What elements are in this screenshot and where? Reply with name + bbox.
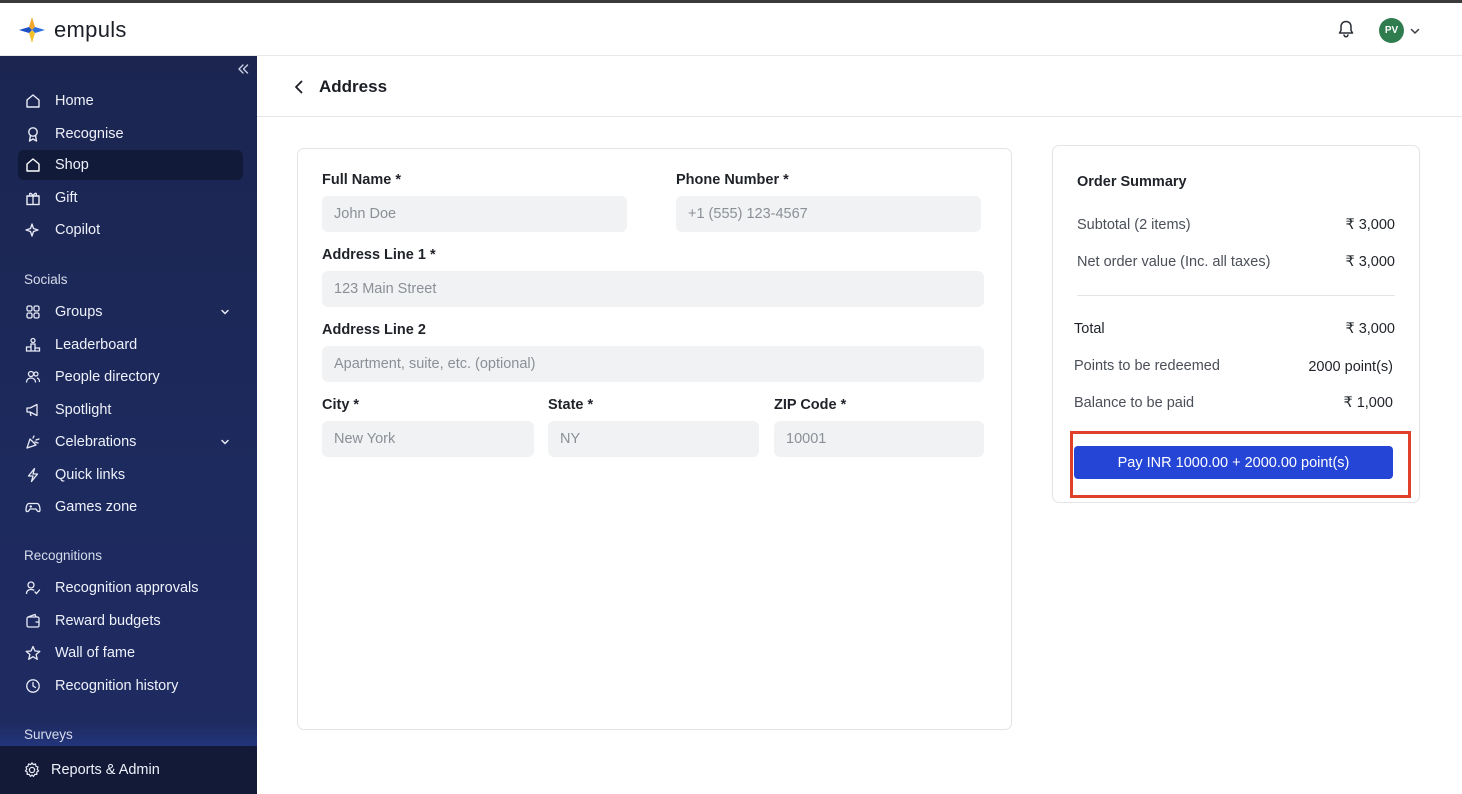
address-line-1-input[interactable]	[322, 271, 984, 307]
address-form: Full Name * Phone Number * Address Line …	[297, 148, 1012, 730]
gift-icon	[26, 192, 40, 206]
total-label: Total	[1074, 321, 1105, 337]
section-title-surveys: Surveys	[24, 727, 73, 742]
sidebar-item-reward-budgets[interactable]: Reward budgets	[18, 606, 243, 636]
chevron-down-icon[interactable]	[219, 306, 231, 318]
net-order-value: ₹ 3,000	[1345, 254, 1395, 270]
order-summary-title: Order Summary	[1077, 174, 1187, 190]
phone-number-label: Phone Number *	[676, 172, 789, 188]
award-icon	[28, 127, 38, 142]
sidebar-item-label: Groups	[55, 304, 103, 320]
sidebar-item-label: Wall of fame	[55, 645, 136, 661]
state-label: State *	[548, 397, 594, 413]
sidebar-item-label: Leaderboard	[55, 337, 138, 353]
sidebar-item-label: Copilot	[55, 222, 101, 238]
collapse-sidebar-icon[interactable]	[236, 62, 250, 76]
points-to-redeem-label: Points to be redeemed	[1074, 358, 1220, 374]
back-arrow-icon[interactable]	[292, 79, 306, 95]
sidebar-item-label: Shop	[55, 157, 89, 173]
full-name-label: Full Name *	[322, 172, 401, 188]
sidebar-footer-label: Reports & Admin	[51, 762, 160, 778]
sidebar-item-celebrations[interactable]: Celebrations	[18, 427, 243, 457]
balance-value: ₹ 1,000	[1343, 395, 1393, 411]
sidebar-item-gift[interactable]: Gift	[18, 183, 243, 213]
sidebar-item-label: Recognise	[55, 126, 124, 142]
main-content: Address Full Name * Phone Number * Addre…	[257, 56, 1462, 794]
sidebar-item-recognise[interactable]: Recognise	[18, 119, 243, 149]
sidebar-item-copilot[interactable]: Copilot	[18, 215, 243, 245]
sidebar-item-label: Recognition approvals	[55, 580, 199, 596]
sidebar-item-label: Gift	[55, 190, 78, 206]
sidebar-item-label: Celebrations	[55, 434, 137, 450]
full-name-input[interactable]	[322, 196, 627, 232]
people-icon	[25, 370, 41, 383]
notification-bell-icon[interactable]	[1336, 19, 1356, 39]
pay-button[interactable]: Pay INR 1000.00 + 2000.00 point(s)	[1074, 446, 1393, 479]
lightning-icon	[27, 467, 39, 483]
city-input[interactable]	[322, 421, 534, 457]
summary-divider	[1077, 295, 1395, 296]
address-line-2-label: Address Line 2	[322, 322, 426, 338]
total-value: ₹ 3,000	[1345, 321, 1395, 337]
page-title: Address	[319, 77, 388, 96]
subtotal-value: ₹ 3,000	[1345, 217, 1395, 233]
balance-label: Balance to be paid	[1074, 395, 1195, 411]
points-to-redeem-value: 2000 point(s)	[1308, 359, 1393, 375]
sidebar-item-quick-links[interactable]: Quick links	[18, 460, 243, 490]
sidebar-item-label: People directory	[55, 369, 160, 385]
zip-code-input[interactable]	[774, 421, 984, 457]
shop-icon	[26, 158, 40, 172]
sidebar-item-label: Recognition history	[55, 678, 179, 694]
party-icon	[26, 435, 40, 449]
phone-number-input[interactable]	[676, 196, 981, 232]
zip-code-label: ZIP Code *	[774, 397, 847, 413]
sidebar-item-people-directory[interactable]: People directory	[18, 362, 243, 392]
user-avatar[interactable]: PV	[1379, 18, 1404, 43]
sidebar-item-recognition-history[interactable]: Recognition history	[18, 671, 243, 701]
app-logo[interactable]: empuls	[18, 16, 127, 44]
subtotal-label: Subtotal (2 items)	[1077, 217, 1191, 233]
section-title-recognitions: Recognitions	[24, 548, 103, 563]
sparkle-icon	[25, 223, 39, 237]
sidebar-item-wall-of-fame[interactable]: Wall of fame	[18, 638, 243, 668]
section-title-socials: Socials	[24, 272, 68, 287]
sidebar: Home Recognise Shop Gift Copilot Socials…	[0, 56, 257, 794]
sidebar-item-reports-admin[interactable]: Reports & Admin	[0, 746, 257, 794]
state-input[interactable]	[548, 421, 759, 457]
gamepad-icon	[25, 502, 41, 513]
sidebar-item-home[interactable]: Home	[18, 86, 243, 116]
sidebar-item-groups[interactable]: Groups	[18, 297, 243, 327]
sidebar-item-label: Quick links	[55, 467, 126, 483]
top-bar: empuls PV	[0, 3, 1462, 56]
address-line-2-input[interactable]	[322, 346, 984, 382]
leaderboard-icon	[25, 337, 41, 352]
chevron-down-icon[interactable]	[1409, 25, 1421, 37]
address-line-1-label: Address Line 1 *	[322, 247, 436, 263]
megaphone-icon	[26, 403, 38, 417]
sidebar-item-leaderboard[interactable]: Leaderboard	[18, 330, 243, 360]
sidebar-item-label: Home	[55, 93, 94, 109]
settings-gear-icon	[24, 762, 40, 777]
app-name: empuls	[54, 17, 127, 42]
city-label: City *	[322, 397, 360, 413]
sidebar-item-label: Games zone	[55, 499, 138, 515]
home-icon	[26, 94, 40, 108]
net-order-value-label: Net order value (Inc. all taxes)	[1077, 254, 1271, 270]
approval-icon	[25, 581, 41, 595]
sidebar-item-shop[interactable]: Shop	[18, 150, 243, 180]
sidebar-item-games-zone[interactable]: Games zone	[18, 492, 243, 522]
wallet-icon	[26, 613, 40, 628]
sidebar-item-recognition-approvals[interactable]: Recognition approvals	[18, 573, 243, 603]
order-summary-card: Order Summary Subtotal (2 items) ₹ 3,000…	[1052, 145, 1420, 503]
chevron-down-icon[interactable]	[219, 436, 231, 448]
star-icon	[25, 645, 41, 660]
groups-icon	[26, 305, 40, 319]
history-icon	[26, 679, 40, 693]
sidebar-item-label: Reward budgets	[55, 613, 161, 629]
sidebar-item-label: Spotlight	[55, 402, 112, 418]
empuls-logo-icon	[19, 17, 45, 43]
sidebar-item-spotlight[interactable]: Spotlight	[18, 395, 243, 425]
page-header: Address	[257, 56, 1462, 117]
